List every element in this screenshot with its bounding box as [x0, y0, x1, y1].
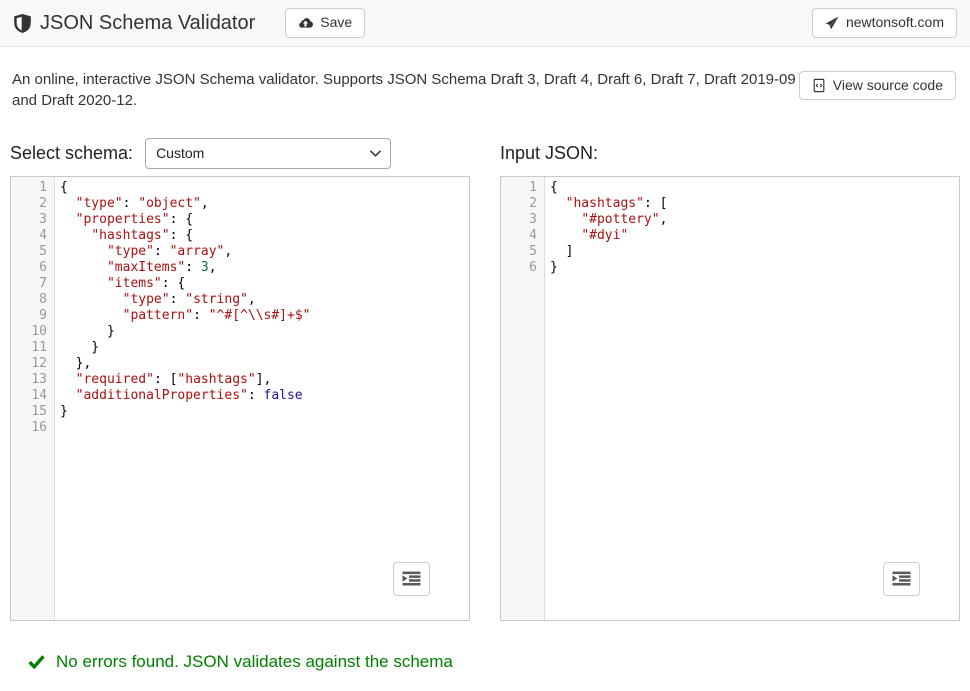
check-icon — [28, 653, 45, 670]
schema-select-wrap: Custom — [145, 138, 391, 169]
format-schema-button[interactable] — [393, 562, 430, 596]
code-area[interactable]: { "type": "object", "properties": { "has… — [55, 177, 469, 620]
schema-header: Select schema: Custom — [10, 138, 470, 169]
navbar: JSON Schema Validator Save newtonsoft.co… — [0, 0, 970, 47]
validation-result: No errors found. JSON validates against … — [28, 652, 970, 672]
line-numbers: 123456 — [501, 177, 545, 620]
column-headers: Select schema: Custom Input JSON: — [10, 138, 960, 169]
format-json-button[interactable] — [883, 562, 920, 596]
input-json-editor: 123456 { "hashtags": [ "#pottery", "#dyi… — [500, 176, 960, 621]
validation-message: No errors found. JSON validates against … — [56, 652, 453, 672]
code-area[interactable]: { "hashtags": [ "#pottery", "#dyi" ]} — [545, 177, 959, 620]
newtonsoft-link-label: newtonsoft.com — [846, 15, 944, 30]
brand-title: JSON Schema Validator — [40, 12, 255, 35]
schema-select[interactable]: Custom — [145, 138, 391, 169]
editors-row: 12345678910111213141516 { "type": "objec… — [10, 176, 960, 621]
input-json-label: Input JSON: — [500, 143, 598, 163]
indent-icon — [892, 571, 911, 586]
rocket-icon — [825, 16, 839, 30]
intro-section: An online, interactive JSON Schema valid… — [0, 47, 970, 112]
file-code-icon — [812, 78, 826, 93]
view-source-label: View source code — [833, 78, 943, 93]
newtonsoft-link-button[interactable]: newtonsoft.com — [812, 8, 957, 37]
schema-editor: 12345678910111213141516 { "type": "objec… — [10, 176, 470, 621]
brand-link[interactable]: JSON Schema Validator — [13, 12, 255, 35]
save-button-label: Save — [320, 15, 352, 30]
line-numbers: 12345678910111213141516 — [11, 177, 55, 620]
shield-icon — [13, 13, 32, 34]
indent-icon — [402, 571, 421, 586]
view-source-button[interactable]: View source code — [799, 71, 956, 100]
app-description: An online, interactive JSON Schema valid… — [12, 69, 799, 112]
input-json-header: Input JSON: — [500, 143, 960, 164]
select-schema-label: Select schema: — [10, 143, 133, 164]
save-button[interactable]: Save — [285, 8, 365, 37]
cloud-upload-icon — [298, 16, 313, 30]
